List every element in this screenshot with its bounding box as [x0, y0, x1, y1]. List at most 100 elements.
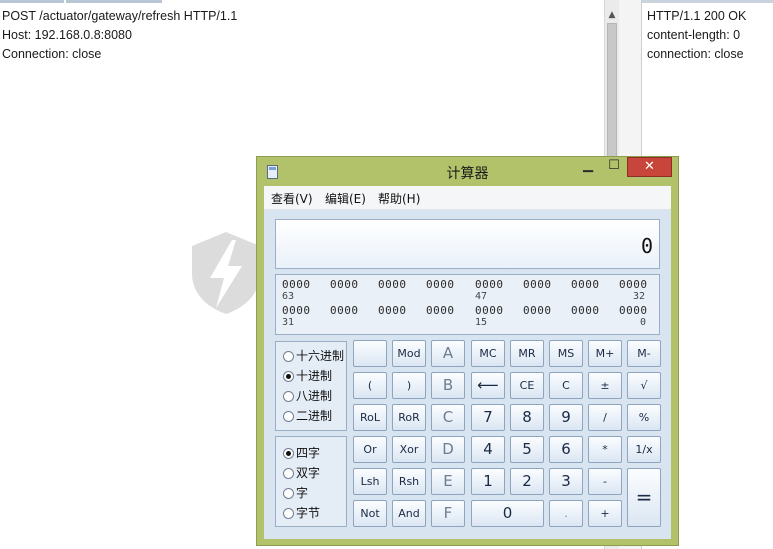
bit-group[interactable]: 0000	[475, 304, 504, 317]
request-line: POST /actuator/gateway/refresh HTTP/1.1	[2, 9, 238, 23]
bit-group[interactable]: 0000	[571, 304, 600, 317]
divide-button[interactable]: /	[588, 404, 622, 431]
radio-dec[interactable]: 十进制	[283, 367, 332, 383]
bit-index-63: 63	[282, 291, 295, 302]
bit-row-low: 0000 0000 0000 0000 0000 0000 0000 0000	[282, 304, 652, 318]
not-button[interactable]: Not	[353, 500, 387, 527]
memory-store-button[interactable]: MS	[549, 340, 583, 367]
equals-button[interactable]: =	[627, 468, 661, 527]
rotate-right-button[interactable]: RoR	[392, 404, 426, 431]
word-size-group: 四字 双字 字 字节	[275, 436, 347, 527]
radio-label: 双字	[296, 466, 321, 480]
bit-group[interactable]: 0000	[378, 278, 407, 291]
menu-view[interactable]: 查看(V)	[271, 190, 313, 207]
xor-button[interactable]: Xor	[392, 436, 426, 463]
radio-byte[interactable]: 字节	[283, 504, 320, 520]
mod-button[interactable]: Mod	[392, 340, 426, 367]
multiply-button[interactable]: *	[588, 436, 622, 463]
bit-group[interactable]: 0000	[426, 278, 455, 291]
bit-display-panel: 0000 0000 0000 0000 0000 0000 0000 0000 …	[275, 274, 660, 335]
right-shift-button[interactable]: Rsh	[392, 468, 426, 495]
radio-label: 字节	[296, 506, 321, 520]
and-button[interactable]: And	[392, 500, 426, 527]
close-button[interactable]: ✕	[627, 157, 672, 177]
memory-subtract-button[interactable]: M-	[627, 340, 661, 367]
radio-oct[interactable]: 八进制	[283, 387, 332, 403]
display-value: 0	[640, 234, 653, 258]
decimal-point-button[interactable]: .	[549, 500, 583, 527]
left-paren-button[interactable]: (	[353, 372, 387, 399]
rotate-left-button[interactable]: RoL	[353, 404, 387, 431]
bit-group[interactable]: 0000	[523, 278, 552, 291]
response-connection: connection: close	[647, 47, 744, 61]
negate-button[interactable]: ±	[588, 372, 622, 399]
bit-index-47: 47	[475, 291, 488, 302]
tab-indicator	[642, 0, 773, 3]
bit-group[interactable]: 0000	[619, 278, 648, 291]
maximize-button[interactable]: ☐	[601, 157, 627, 177]
bit-group[interactable]: 0000	[523, 304, 552, 317]
radio-label: 十六进制	[296, 349, 345, 363]
minimize-button[interactable]: ▁	[575, 157, 601, 177]
radio-word[interactable]: 字	[283, 484, 308, 500]
digit-0-button[interactable]: 0	[471, 500, 544, 527]
memory-add-button[interactable]: M+	[588, 340, 622, 367]
scroll-thumb[interactable]	[607, 23, 617, 163]
digit-8-button[interactable]: 8	[510, 404, 544, 431]
memory-recall-button[interactable]: MR	[510, 340, 544, 367]
radio-circle-icon	[283, 411, 294, 422]
square-root-button[interactable]: √	[627, 372, 661, 399]
digit-7-button[interactable]: 7	[471, 404, 505, 431]
or-button[interactable]: Or	[353, 436, 387, 463]
bit-group[interactable]: 0000	[330, 278, 359, 291]
digit-5-button[interactable]: 5	[510, 436, 544, 463]
request-connection-header: Connection: close	[2, 47, 102, 61]
clear-button[interactable]: C	[549, 372, 583, 399]
radio-label: 四字	[296, 446, 321, 460]
memory-clear-button[interactable]: MC	[471, 340, 505, 367]
bit-group[interactable]: 0000	[571, 278, 600, 291]
menu-help[interactable]: 帮助(H)	[378, 190, 420, 207]
hex-a-button[interactable]: A	[431, 340, 465, 367]
response-content-length: content-length: 0	[647, 28, 741, 42]
radio-bin[interactable]: 二进制	[283, 407, 332, 423]
backspace-button[interactable]: ⟵	[471, 372, 505, 399]
left-shift-button[interactable]: Lsh	[353, 468, 387, 495]
radio-circle-icon	[283, 508, 294, 519]
bit-group[interactable]: 0000	[330, 304, 359, 317]
bit-group[interactable]: 0000	[282, 278, 311, 291]
radio-dword[interactable]: 双字	[283, 464, 320, 480]
hex-e-button[interactable]: E	[431, 468, 465, 495]
digit-3-button[interactable]: 3	[549, 468, 583, 495]
digit-4-button[interactable]: 4	[471, 436, 505, 463]
calculator-titlebar[interactable]: 计算器 ▁ ☐ ✕	[257, 157, 678, 185]
radio-label: 二进制	[296, 409, 333, 423]
hex-f-button[interactable]: F	[431, 500, 465, 527]
bit-group[interactable]: 0000	[282, 304, 311, 317]
percent-button[interactable]: %	[627, 404, 661, 431]
bit-group[interactable]: 0000	[426, 304, 455, 317]
add-button[interactable]: +	[588, 500, 622, 527]
scroll-up-arrow-icon[interactable]: ▲	[605, 8, 619, 22]
response-status-line: HTTP/1.1 200 OK	[647, 9, 747, 23]
right-paren-button[interactable]: )	[392, 372, 426, 399]
reciprocal-button[interactable]: 1/x	[627, 436, 661, 463]
bit-group[interactable]: 0000	[378, 304, 407, 317]
clear-entry-button[interactable]: CE	[510, 372, 544, 399]
request-host-header: Host: 192.168.0.8:8080	[2, 28, 132, 42]
hex-d-button[interactable]: D	[431, 436, 465, 463]
subtract-button[interactable]: -	[588, 468, 622, 495]
radio-hex[interactable]: 十六进制	[283, 347, 344, 363]
radio-qword[interactable]: 四字	[283, 444, 320, 460]
hex-b-button[interactable]: B	[431, 372, 465, 399]
bit-group[interactable]: 0000	[475, 278, 504, 291]
bit-group[interactable]: 0000	[619, 304, 648, 317]
menu-edit[interactable]: 编辑(E)	[325, 190, 366, 207]
calculator-window[interactable]: 计算器 ▁ ☐ ✕ 查看(V) 编辑(E) 帮助(H) 0 0000 0000 …	[256, 156, 679, 546]
tab-indicator	[0, 0, 64, 3]
digit-2-button[interactable]: 2	[510, 468, 544, 495]
digit-1-button[interactable]: 1	[471, 468, 505, 495]
hex-c-button[interactable]: C	[431, 404, 465, 431]
digit-9-button[interactable]: 9	[549, 404, 583, 431]
digit-6-button[interactable]: 6	[549, 436, 583, 463]
